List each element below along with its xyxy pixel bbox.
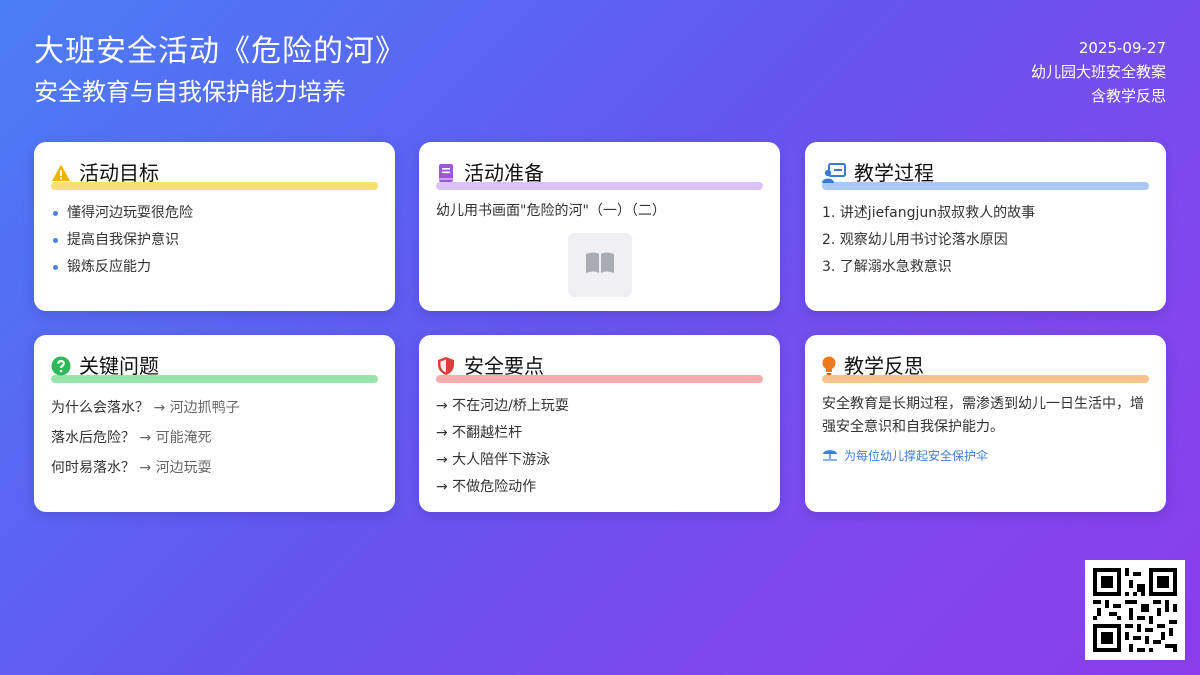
list-item: → 不在河边/桥上玩耍	[436, 398, 569, 414]
list-item: 提高自我保护意识	[51, 227, 378, 254]
card-safety: 安全要点 → 不在河边/桥上玩耍 → 不翻越栏杆 → 大人陪伴下游泳 → 不做危…	[419, 335, 780, 512]
teacher-icon	[822, 163, 846, 183]
question-item: 落水后危险？ → 可能淹死	[51, 423, 378, 453]
card-header: 教学过程	[822, 160, 1149, 190]
list-item: 2. 观察幼儿用书讨论落水原因	[822, 232, 1008, 248]
page-meta: 2025-09-27 幼儿园大班安全教案 含教学反思	[1031, 36, 1166, 108]
card-title: 关键问题	[79, 354, 159, 378]
shield-icon	[436, 356, 456, 376]
book-icon	[436, 163, 456, 183]
card-title: 教学过程	[854, 161, 934, 185]
meta-type: 幼儿园大班安全教案	[1030, 63, 1166, 81]
warning-icon	[51, 163, 71, 183]
list-item: 1. 讲述jiefangjun叔叔救人的故事	[822, 205, 1036, 221]
reflection-tagline: 为每位幼儿撑起安全保护伞	[822, 447, 1149, 464]
card-questions: 关键问题 为什么会落水？ → 河边抓鸭子 落水后危险？ → 可能淹死 何时易落水…	[34, 335, 395, 512]
question-text: 何时易落水？	[51, 460, 135, 476]
prep-text: 幼儿用书画面"危险的河"（一）（二）	[436, 203, 666, 219]
questions-list: 为什么会落水？ → 河边抓鸭子 落水后危险？ → 可能淹死 何时易落水？ → 河…	[51, 393, 378, 483]
open-book-icon	[585, 251, 615, 279]
list-item: 3. 了解溺水急救意识	[822, 259, 952, 275]
safety-list: → 不在河边/桥上玩耍 → 不翻越栏杆 → 大人陪伴下游泳 → 不做危险动作	[436, 393, 763, 501]
question-text: 为什么会落水？	[51, 400, 149, 416]
book-image-placeholder	[567, 233, 632, 297]
card-title: 活动目标	[79, 161, 159, 185]
meta-note: 含教学反思	[1090, 87, 1166, 105]
page-title: 大班安全活动《危险的河》	[34, 34, 406, 69]
answer-text: → 可能淹死	[139, 430, 212, 446]
process-list: 1. 讲述jiefangjun叔叔救人的故事 2. 观察幼儿用书讨论落水原因 3…	[822, 200, 1149, 281]
page-header: 大班安全活动《危险的河》 安全教育与自我保护能力培养	[34, 32, 406, 108]
card-title: 活动准备	[464, 161, 544, 185]
question-icon	[51, 356, 71, 376]
list-item: 懂得河边玩耍很危险	[51, 200, 378, 227]
answer-text: → 河边抓鸭子	[153, 400, 240, 416]
tagline-text: 为每位幼儿撑起安全保护伞	[844, 449, 989, 463]
card-header: 教学反思	[822, 353, 1149, 383]
card-title: 安全要点	[464, 354, 544, 378]
question-text: 落水后危险？	[51, 430, 135, 446]
card-header: 安全要点	[436, 353, 763, 383]
qr-code-icon	[1085, 560, 1185, 660]
list-item: → 大人陪伴下游泳	[436, 452, 551, 468]
list-item: → 不做危险动作	[436, 479, 537, 495]
card-title: 教学反思	[844, 354, 924, 378]
umbrella-icon	[822, 447, 838, 464]
lightbulb-icon	[822, 356, 836, 376]
list-item: → 不翻越栏杆	[436, 425, 523, 441]
card-header: 关键问题	[51, 353, 378, 383]
goals-list: 懂得河边玩耍很危险 提高自我保护意识 锻炼反应能力	[51, 200, 378, 281]
card-header: 活动准备	[436, 160, 763, 190]
question-item: 何时易落水？ → 河边玩耍	[51, 453, 378, 483]
page-subtitle: 安全教育与自我保护能力培养	[34, 78, 346, 106]
card-header: 活动目标	[51, 160, 378, 190]
card-process: 教学过程 1. 讲述jiefangjun叔叔救人的故事 2. 观察幼儿用书讨论落…	[805, 142, 1166, 311]
card-reflection: 教学反思 安全教育是长期过程，需渗透到幼儿一日生活中，增强安全意识和自我保护能力…	[805, 335, 1166, 512]
list-item: 锻炼反应能力	[51, 254, 378, 281]
card-goals: 活动目标 懂得河边玩耍很危险 提高自我保护意识 锻炼反应能力	[34, 142, 395, 311]
answer-text: → 河边玩耍	[139, 460, 212, 476]
meta-date: 2025-09-27	[1078, 39, 1166, 57]
question-item: 为什么会落水？ → 河边抓鸭子	[51, 393, 378, 423]
card-prep: 活动准备 幼儿用书画面"危险的河"（一）（二）	[419, 142, 780, 311]
reflection-text: 安全教育是长期过程，需渗透到幼儿一日生活中，增强安全意识和自我保护能力。	[822, 396, 1144, 435]
